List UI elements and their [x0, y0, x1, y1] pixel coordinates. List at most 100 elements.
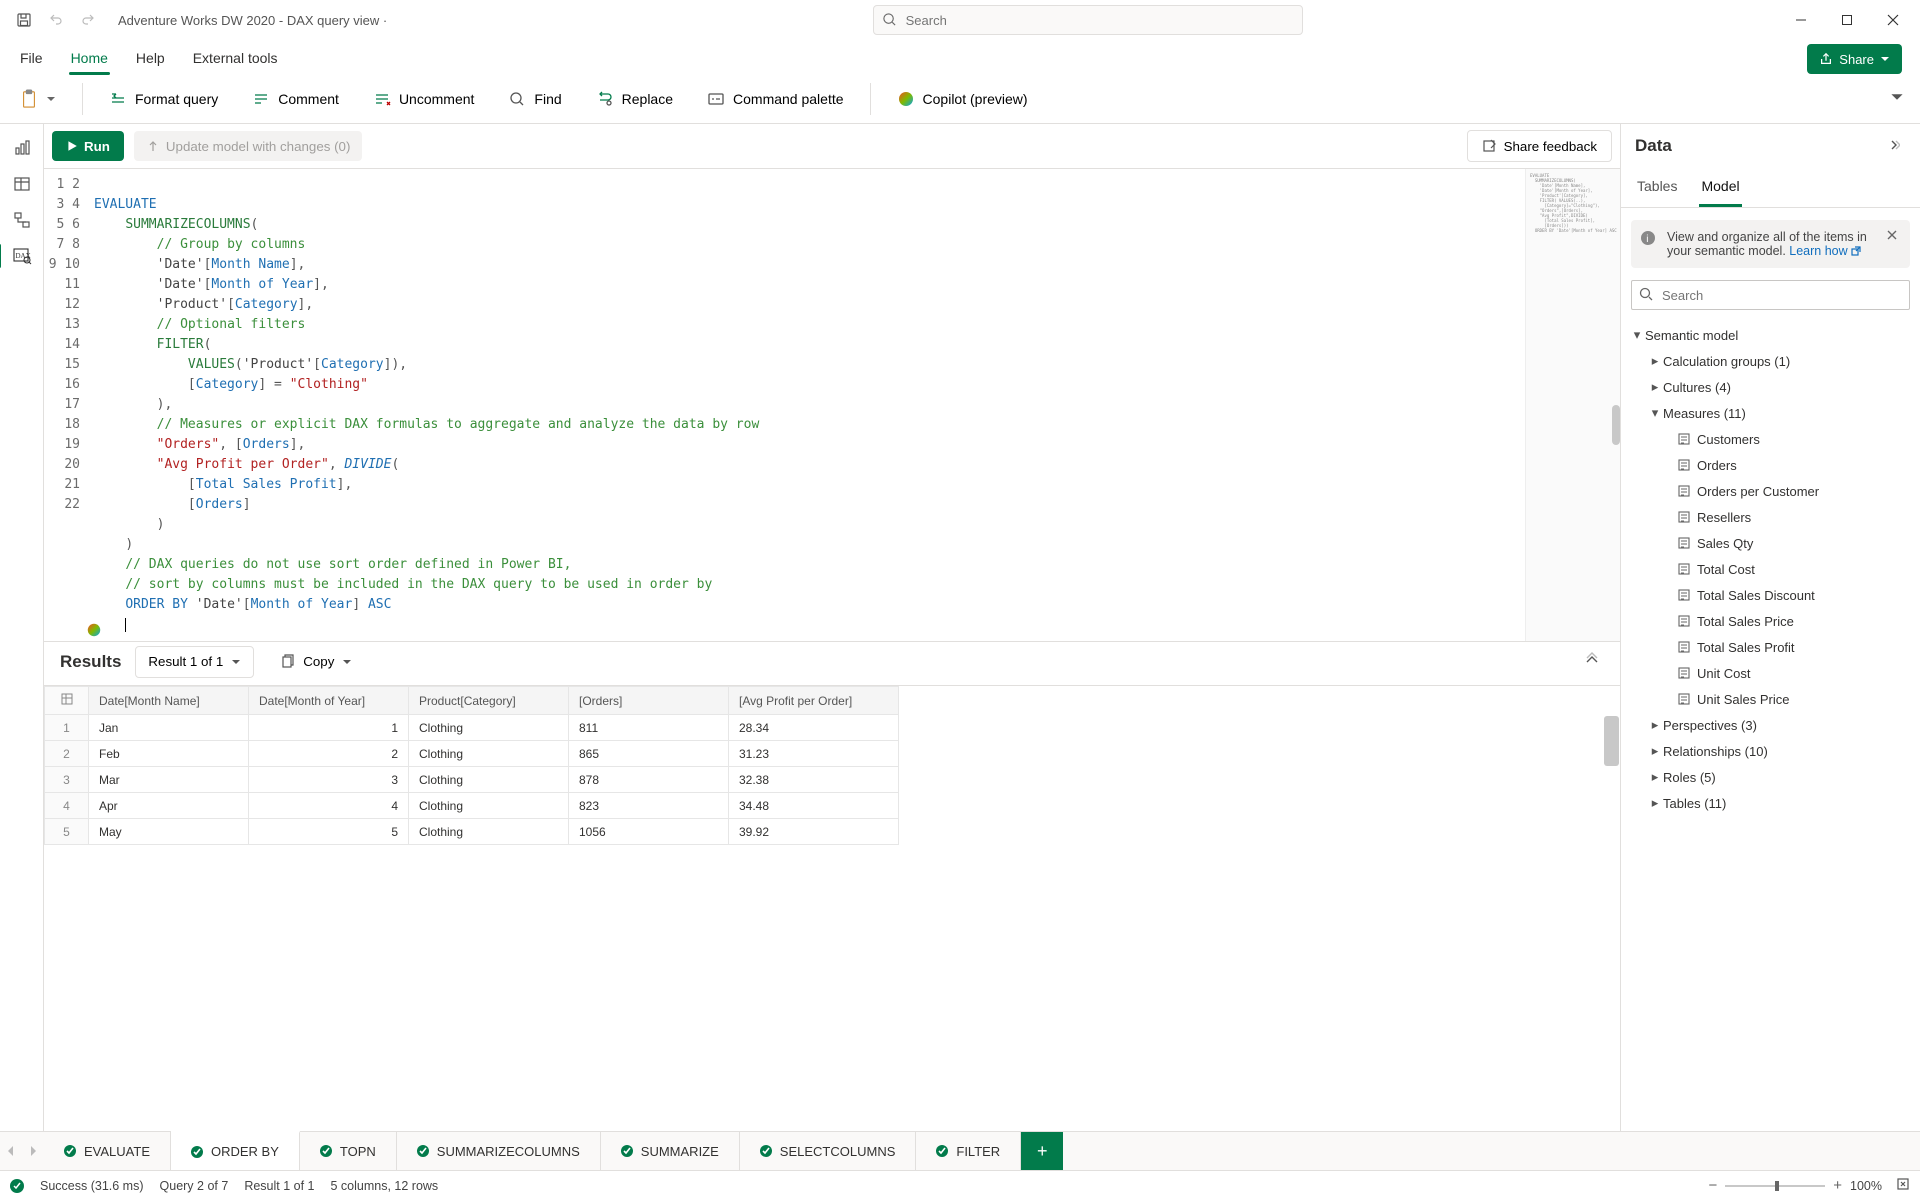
maximize-button[interactable]	[1824, 1, 1870, 39]
measure-item[interactable]: Orders per Customer	[1627, 478, 1914, 504]
measure-item[interactable]: Sales Qty	[1627, 530, 1914, 556]
chevron-down-icon: ▾	[1629, 327, 1645, 343]
find-button[interactable]: Find	[500, 84, 569, 114]
measure-item[interactable]: Total Sales Discount	[1627, 582, 1914, 608]
paste-button[interactable]	[12, 84, 64, 114]
add-query-tab-button[interactable]: +	[1021, 1132, 1063, 1170]
view-report-icon[interactable]	[6, 132, 38, 164]
format-query-button[interactable]: Format query	[101, 84, 226, 114]
learn-how-link[interactable]: Learn how	[1789, 244, 1861, 258]
measure-icon	[1675, 666, 1693, 680]
measure-item[interactable]: Unit Sales Price	[1627, 686, 1914, 712]
measure-item[interactable]: Total Sales Price	[1627, 608, 1914, 634]
undo-button[interactable]	[42, 6, 70, 34]
query-tab-topn[interactable]: TOPN	[300, 1132, 397, 1170]
result-selector[interactable]: Result 1 of 1	[135, 646, 254, 678]
save-button[interactable]	[10, 6, 38, 34]
table-row[interactable]: 2Feb2Clothing86531.23	[45, 741, 899, 767]
copilot-button[interactable]: Copilot (preview)	[889, 84, 1036, 114]
measure-item[interactable]: Total Cost	[1627, 556, 1914, 582]
view-model-icon[interactable]	[6, 204, 38, 236]
collapse-ribbon-button[interactable]	[1886, 86, 1908, 111]
collapse-datapane-button[interactable]	[1882, 138, 1906, 155]
uncomment-button[interactable]: Uncomment	[365, 84, 482, 114]
collapse-results-button[interactable]	[1580, 648, 1604, 675]
menu-home[interactable]: Home	[69, 44, 110, 74]
query-tab-summarize[interactable]: SUMMARIZE	[601, 1132, 740, 1170]
code-area[interactable]: EVALUATE SUMMARIZECOLUMNS( // Group by c…	[88, 169, 1525, 641]
replace-button[interactable]: Replace	[588, 84, 681, 114]
global-search[interactable]	[873, 5, 1303, 35]
check-icon	[621, 1145, 633, 1157]
view-dax-icon[interactable]: DAX	[6, 240, 38, 272]
measure-item[interactable]: Resellers	[1627, 504, 1914, 530]
zoom-fit-icon[interactable]	[1896, 1177, 1910, 1194]
query-tab-evaluate[interactable]: EVALUATE	[44, 1132, 171, 1170]
comment-icon	[252, 90, 270, 108]
col-month-of-year[interactable]: Date[Month of Year]	[249, 687, 409, 715]
measure-item[interactable]: Customers	[1627, 426, 1914, 452]
query-tab-filter[interactable]: FILTER	[916, 1132, 1021, 1170]
query-tab-selectcolumns[interactable]: SELECTCOLUMNS	[740, 1132, 917, 1170]
check-icon	[760, 1145, 772, 1157]
measure-icon	[1675, 432, 1693, 446]
table-row[interactable]: 3Mar3Clothing87832.38	[45, 767, 899, 793]
tree-node[interactable]: ▸Cultures (4)	[1627, 374, 1914, 400]
tree-root[interactable]: ▾Semantic model	[1627, 322, 1914, 348]
col-month-name[interactable]: Date[Month Name]	[89, 687, 249, 715]
grid-vscroll[interactable]	[1604, 716, 1619, 766]
tree-node[interactable]: ▸Tables (11)	[1627, 790, 1914, 816]
run-button[interactable]: Run	[52, 131, 124, 161]
copy-button[interactable]: Copy	[268, 646, 364, 678]
model-search-input[interactable]	[1631, 280, 1910, 310]
view-table-icon[interactable]	[6, 168, 38, 200]
copilot-inline-icon[interactable]	[86, 622, 102, 638]
clipboard-icon	[20, 90, 38, 108]
model-tree[interactable]: ▾Semantic model▸Calculation groups (1)▸C…	[1621, 318, 1920, 826]
query-tab-summarizecolumns[interactable]: SUMMARIZECOLUMNS	[397, 1132, 601, 1170]
menu-file[interactable]: File	[18, 44, 45, 74]
window-title: Adventure Works DW 2020 - DAX query view…	[108, 13, 397, 28]
minimap-scrollbar[interactable]	[1612, 405, 1620, 445]
menu-help[interactable]: Help	[134, 44, 167, 74]
tree-node[interactable]: ▸Calculation groups (1)	[1627, 348, 1914, 374]
results-grid[interactable]: Date[Month Name] Date[Month of Year] Pro…	[44, 686, 1620, 1131]
tree-node[interactable]: ▸Perspectives (3)	[1627, 712, 1914, 738]
minimize-button[interactable]	[1778, 1, 1824, 39]
menu-external-tools[interactable]: External tools	[191, 44, 280, 74]
tree-node[interactable]: ▾Measures (11)	[1627, 400, 1914, 426]
share-feedback-button[interactable]: Share feedback	[1467, 130, 1612, 162]
search-icon	[882, 12, 897, 30]
rownum-header[interactable]	[45, 687, 89, 715]
zoom-value: 100%	[1850, 1179, 1882, 1193]
table-row[interactable]: 5May5Clothing105639.92	[45, 819, 899, 845]
zoom-out-button[interactable]: −	[1708, 1177, 1717, 1194]
redo-button[interactable]	[74, 6, 102, 34]
command-palette-button[interactable]: Command palette	[699, 84, 852, 114]
close-infobox-button[interactable]	[1880, 228, 1904, 245]
minimap[interactable]: EVALUATE SUMMARIZECOLUMNS( 'Date'[Month …	[1525, 169, 1620, 641]
share-button[interactable]: Share	[1807, 44, 1902, 74]
comment-button[interactable]: Comment	[244, 84, 347, 114]
tab-model[interactable]: Model	[1699, 168, 1741, 207]
table-row[interactable]: 1Jan1Clothing81128.34	[45, 715, 899, 741]
global-search-input[interactable]	[873, 5, 1303, 35]
measure-item[interactable]: Unit Cost	[1627, 660, 1914, 686]
uncomment-icon	[373, 90, 391, 108]
close-button[interactable]	[1870, 1, 1916, 39]
zoom-in-button[interactable]: +	[1833, 1177, 1842, 1194]
tree-node[interactable]: ▸Roles (5)	[1627, 764, 1914, 790]
col-category[interactable]: Product[Category]	[409, 687, 569, 715]
measure-item[interactable]: Orders	[1627, 452, 1914, 478]
measure-item[interactable]: Total Sales Profit	[1627, 634, 1914, 660]
data-pane-title: Data	[1635, 136, 1672, 156]
model-infobox: i View and organize all of the items in …	[1631, 220, 1910, 268]
zoom-slider[interactable]	[1725, 1185, 1825, 1187]
tab-tables[interactable]: Tables	[1635, 168, 1679, 207]
col-orders[interactable]: [Orders]	[569, 687, 729, 715]
tree-node[interactable]: ▸Relationships (10)	[1627, 738, 1914, 764]
dax-editor[interactable]: 1 2 3 4 5 6 7 8 9 10 11 12 13 14 15 16 1…	[44, 168, 1620, 642]
col-avg-profit[interactable]: [Avg Profit per Order]	[729, 687, 899, 715]
table-row[interactable]: 4Apr4Clothing82334.48	[45, 793, 899, 819]
query-tab-order-by[interactable]: ORDER BY	[171, 1131, 300, 1170]
